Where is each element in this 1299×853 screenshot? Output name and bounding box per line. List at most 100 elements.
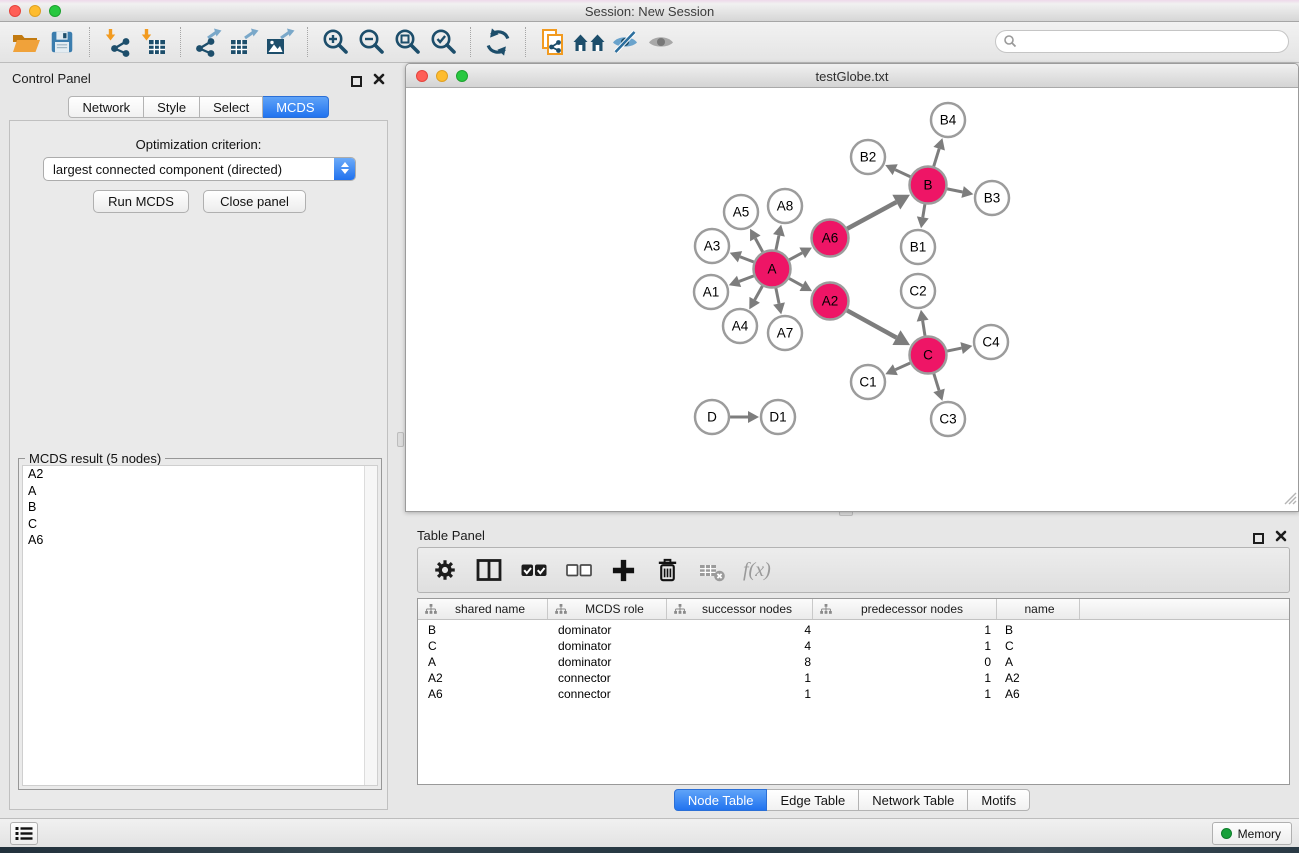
network-window-titlebar[interactable]: testGlobe.txt [406,64,1298,88]
memory-button[interactable]: Memory [1212,822,1292,845]
open-session-icon[interactable] [8,25,44,59]
table-cell: 1 [813,623,997,637]
import-table-icon[interactable] [135,25,171,59]
zoom-out-icon[interactable] [353,25,389,59]
graph-edge-A2-C[interactable] [847,310,896,337]
show-all-icon[interactable] [643,25,679,59]
export-network-icon[interactable] [190,25,226,59]
column-header-shared-name[interactable]: shared name [418,599,548,619]
network-maximize-button[interactable] [456,70,468,82]
graph-node-label: D [707,410,717,425]
close-panel-button[interactable]: Close panel [203,190,306,213]
criterion-dropdown[interactable]: largest connected component (directed) [43,157,356,181]
toolbar-separator [525,27,526,57]
float-panel-icon[interactable] [1253,533,1264,544]
graph-node-label: B [923,178,932,193]
control-panel-title: Control Panel [12,71,91,86]
column-type-icon [425,604,437,615]
graph-edge-A-A3[interactable] [740,257,754,262]
tab-network[interactable]: Network [68,96,144,118]
resize-grip-icon[interactable] [1284,492,1297,510]
graph-edge-A-A6[interactable] [789,253,802,260]
result-list-item[interactable]: A2 [23,466,377,483]
task-history-button[interactable] [10,822,38,845]
tab-node-table[interactable]: Node Table [674,789,768,811]
graph-edge-A-A8[interactable] [776,235,779,250]
zoom-selected-icon[interactable] [425,25,461,59]
graph-edge-C-C3[interactable] [934,374,939,391]
refresh-layout-icon[interactable] [480,25,516,59]
graph-node-label: C2 [909,284,926,299]
table-cell: connector [548,671,667,685]
close-panel-icon[interactable] [373,72,385,90]
result-list-item[interactable]: A [23,483,377,500]
hide-selected-icon[interactable] [607,25,643,59]
add-column-icon[interactable] [610,557,637,584]
select-all-checkboxes-icon[interactable] [520,557,548,583]
graph-edge-B-B3[interactable] [947,189,962,192]
graph-edge-A-A1[interactable] [739,276,754,282]
table-row[interactable]: Adominator80A [418,654,1289,670]
graph-edge-C-C2[interactable] [923,321,925,336]
result-scrollbar[interactable] [364,466,377,785]
run-mcds-button[interactable]: Run MCDS [93,190,189,213]
status-bar: Memory [0,818,1299,847]
graph-edge-arrow [773,302,785,314]
new-network-from-file-icon[interactable] [535,25,571,59]
graph-edge-C-C1[interactable] [895,363,910,370]
zoom-fit-icon[interactable] [389,25,425,59]
result-list-item[interactable]: C [23,516,377,533]
graph-edge-arrow [960,342,972,354]
table-settings-gear-icon[interactable] [432,557,458,583]
tab-mcds[interactable]: MCDS [263,96,328,118]
graph-node-label: D1 [769,410,786,425]
tab-motifs[interactable]: Motifs [968,789,1030,811]
first-neighbors-icon[interactable] [571,25,607,59]
vertical-splitter-grip[interactable] [397,432,404,447]
column-layout-icon[interactable] [475,557,503,583]
graph-node-label: B4 [940,113,957,128]
import-network-icon[interactable] [99,25,135,59]
save-session-icon[interactable] [44,25,80,59]
export-image-icon[interactable] [262,25,298,59]
graph-edge-B-B1[interactable] [923,204,925,217]
graph-edge-B-B2[interactable] [895,170,910,177]
graph-edge-A6-B[interactable] [847,202,896,229]
table-cell: dominator [548,639,667,653]
result-list-item[interactable]: A6 [23,532,377,549]
graph-edge-C-C4[interactable] [947,348,962,351]
tab-style[interactable]: Style [144,96,200,118]
float-panel-icon[interactable] [351,76,362,87]
deselect-all-checkboxes-icon[interactable] [565,557,593,583]
graph-edge-A-A4[interactable] [755,286,763,300]
mcds-result-title: MCDS result (5 nodes) [25,451,165,466]
graph-edge-A-A7[interactable] [776,288,779,303]
network-minimize-button[interactable] [436,70,448,82]
export-table-icon[interactable] [226,25,262,59]
search-input[interactable] [995,30,1289,53]
tab-network-table[interactable]: Network Table [859,789,968,811]
table-row[interactable]: A6connector11A6 [418,686,1289,702]
toolbar-separator [307,27,308,57]
table-toolbar: f(x) [417,547,1290,593]
column-header-name[interactable]: name [997,599,1080,619]
graph-edge-B-B4[interactable] [934,149,939,167]
table-row[interactable]: Cdominator41C [418,638,1289,654]
zoom-in-icon[interactable] [317,25,353,59]
tab-select[interactable]: Select [200,96,263,118]
network-canvas[interactable]: B4B2BB3A8A5A6A3B1AA1C2A2A4A7C4CC1C3DD1 [406,88,1298,511]
column-header-mcds-role[interactable]: MCDS role [548,599,667,619]
graph-edge-A-A5[interactable] [755,238,762,252]
delete-icon[interactable] [654,557,681,584]
table-row[interactable]: Bdominator41B [418,622,1289,638]
graph-edge-A-A2[interactable] [789,278,802,285]
column-header-successor-nodes[interactable]: successor nodes [667,599,813,619]
tab-edge-table[interactable]: Edge Table [767,789,859,811]
close-panel-icon[interactable] [1275,529,1287,547]
table-row[interactable]: A2connector11A2 [418,670,1289,686]
result-list-item[interactable]: B [23,499,377,516]
graph-node-label: C3 [939,412,956,427]
network-close-button[interactable] [416,70,428,82]
optimization-criterion-label: Optimization criterion: [10,137,387,152]
column-header-predecessor-nodes[interactable]: predecessor nodes [813,599,997,619]
